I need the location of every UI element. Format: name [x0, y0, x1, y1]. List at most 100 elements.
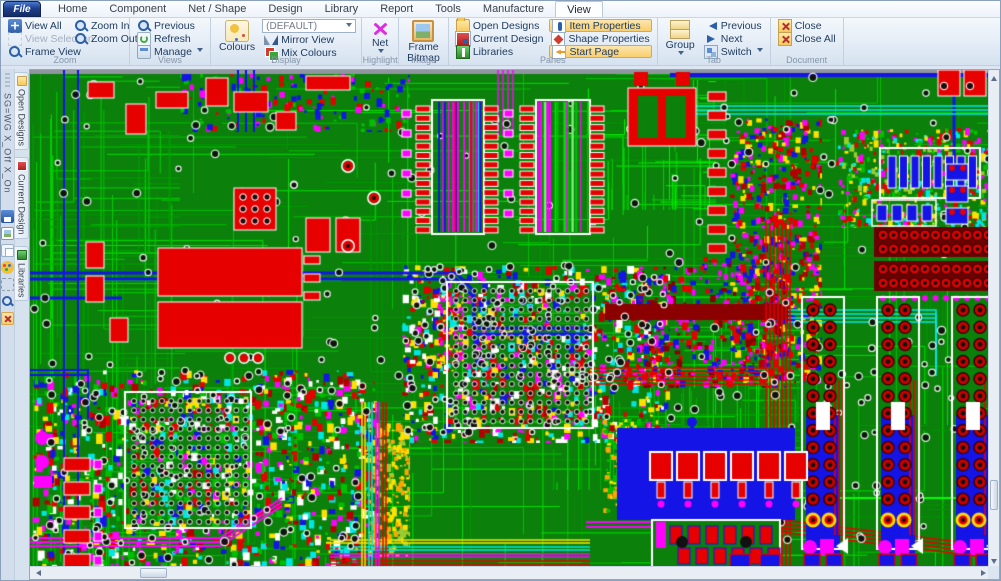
group-label-tab: Tab	[658, 55, 770, 65]
left-dock: SG=WG X_Off X_On Open Designs	[1, 69, 29, 580]
frame-bitmap-icon	[412, 20, 434, 42]
item-properties-icon	[552, 19, 566, 33]
tab-design[interactable]: Design	[257, 1, 313, 17]
pane-tab-strip: Open Designs Current Design Libraries	[15, 69, 29, 580]
group-label-display: Display	[211, 55, 361, 65]
net-label: Net	[372, 38, 388, 49]
view-all-button[interactable]: View All	[6, 19, 72, 32]
chevron-down-icon	[197, 48, 203, 55]
open-designs-tab-icon	[17, 76, 27, 86]
tab-tools[interactable]: Tools	[424, 1, 472, 17]
ribbon-tab-bar: File Home Component Net / Shape Design L…	[1, 1, 1000, 18]
open-designs-pane-button[interactable]: Open Designs	[454, 19, 546, 32]
mirror-view-label: Mirror View	[281, 34, 334, 46]
shape-properties-button[interactable]: Shape Properties	[549, 32, 651, 45]
open-designs-tab-label: Open Designs	[17, 89, 27, 146]
open-designs-label: Open Designs	[473, 20, 540, 32]
refresh-button[interactable]: Refresh	[135, 32, 205, 45]
tab-report[interactable]: Report	[369, 1, 424, 17]
ribbon-group-highlight: Net Highlight	[362, 18, 399, 65]
file-menu-button[interactable]: File	[3, 1, 41, 17]
previous-view-icon	[137, 19, 151, 33]
pcb-design-canvas[interactable]	[30, 70, 992, 570]
tab-component[interactable]: Component	[98, 1, 177, 17]
chevron-down-icon	[757, 48, 763, 55]
image-icon[interactable]	[1, 227, 14, 240]
chevron-down-icon	[346, 23, 352, 30]
ribbon-group-zoom: View All Zoom In View Selection Zoom Out…	[1, 18, 130, 65]
horizontal-scrollbar[interactable]	[30, 566, 992, 579]
ribbon: View All Zoom In View Selection Zoom Out…	[1, 18, 1000, 66]
next-tab-icon	[704, 32, 718, 46]
previous-view-button[interactable]: Previous	[135, 19, 205, 32]
tab-view[interactable]: View	[555, 1, 603, 17]
design-viewport	[29, 69, 1000, 580]
horizontal-scroll-thumb[interactable]	[140, 568, 167, 578]
scrollbar-corner	[988, 566, 999, 579]
colours-icon	[225, 20, 249, 42]
selection-icon[interactable]	[1, 278, 14, 291]
zoom-icon[interactable]	[1, 295, 14, 308]
view-all-icon	[8, 19, 22, 33]
previous-tab-label: Previous	[721, 20, 762, 32]
item-properties-label: Item Properties	[569, 20, 640, 32]
palette-icon[interactable]	[1, 261, 14, 274]
previous-tab-icon	[704, 19, 718, 33]
group-tabs-label: Group	[666, 40, 695, 51]
group-tabs-button[interactable]: Group	[663, 19, 698, 59]
vertical-scrollbar[interactable]	[988, 70, 999, 570]
zoom-in-label: Zoom In	[91, 20, 130, 32]
group-tabs-icon	[668, 20, 692, 40]
zoom-out-button[interactable]: Zoom Out	[72, 32, 124, 45]
shape-properties-label: Shape Properties	[568, 33, 649, 45]
view-selection-icon	[8, 32, 22, 46]
copy-icon[interactable]	[1, 244, 14, 257]
tab-manufacture[interactable]: Manufacture	[472, 1, 555, 17]
drag-handle[interactable]	[5, 73, 10, 87]
status-strip: SG=WG X_Off X_On	[1, 69, 15, 580]
previous-tab-button[interactable]: Previous	[702, 19, 765, 32]
group-label-image: Image	[399, 55, 448, 65]
colours-label: Colours	[219, 42, 255, 53]
mirror-view-button[interactable]: Mirror View	[262, 33, 356, 46]
current-design-pane-button[interactable]: Current Design	[454, 32, 546, 45]
pane-tab-open-designs[interactable]: Open Designs	[15, 72, 29, 150]
group-label-highlight: Highlight	[362, 55, 398, 65]
vertical-scroll-thumb[interactable]	[990, 480, 998, 510]
mirror-view-icon	[264, 33, 278, 47]
colour-scheme-select[interactable]: (DEFAULT)	[262, 19, 356, 33]
pane-tab-current-design[interactable]: Current Design	[15, 157, 29, 239]
group-label-panes: Panes	[449, 55, 657, 65]
zoom-out-icon	[74, 32, 88, 46]
close-all-label: Close All	[795, 33, 836, 45]
tab-home[interactable]: Home	[47, 1, 98, 17]
tab-library[interactable]: Library	[314, 1, 370, 17]
save-icon[interactable]	[1, 210, 14, 223]
side-toolbar	[1, 208, 14, 327]
close-document-button[interactable]: Close	[776, 19, 838, 32]
ribbon-group-image: Frame Bitmap Image	[399, 18, 449, 65]
current-design-tab-icon	[17, 161, 27, 171]
close-icon[interactable]	[1, 312, 14, 325]
highlight-net-button[interactable]: Net	[367, 19, 393, 57]
scroll-up-icon[interactable]	[991, 73, 997, 81]
item-properties-toggle[interactable]: Item Properties	[549, 19, 651, 32]
colours-button[interactable]: Colours	[216, 19, 258, 54]
application-window: File Home Component Net / Shape Design L…	[0, 0, 1001, 581]
shape-properties-icon	[551, 32, 565, 46]
pane-tab-libraries[interactable]: Libraries	[15, 246, 29, 302]
tab-net-shape[interactable]: Net / Shape	[177, 1, 257, 17]
close-document-icon	[778, 19, 792, 33]
next-tab-label: Next	[721, 33, 743, 45]
ribbon-group-panes: Open Designs Current Design Libraries It…	[449, 18, 658, 65]
next-tab-button[interactable]: Next	[702, 32, 765, 45]
close-document-label: Close	[795, 20, 822, 32]
ribbon-group-tab: Group Previous Next Switch Tab	[658, 18, 771, 65]
zoom-in-button[interactable]: Zoom In	[72, 19, 124, 32]
status-text: SG=WG X_Off X_On	[3, 93, 13, 194]
close-all-icon	[778, 32, 792, 46]
ribbon-group-display: Colours (DEFAULT) Mirror View Mix Colour…	[211, 18, 362, 65]
group-label-views: Views	[130, 55, 210, 65]
close-all-documents-button[interactable]: Close All	[776, 32, 838, 45]
scroll-left-icon[interactable]	[33, 570, 41, 576]
